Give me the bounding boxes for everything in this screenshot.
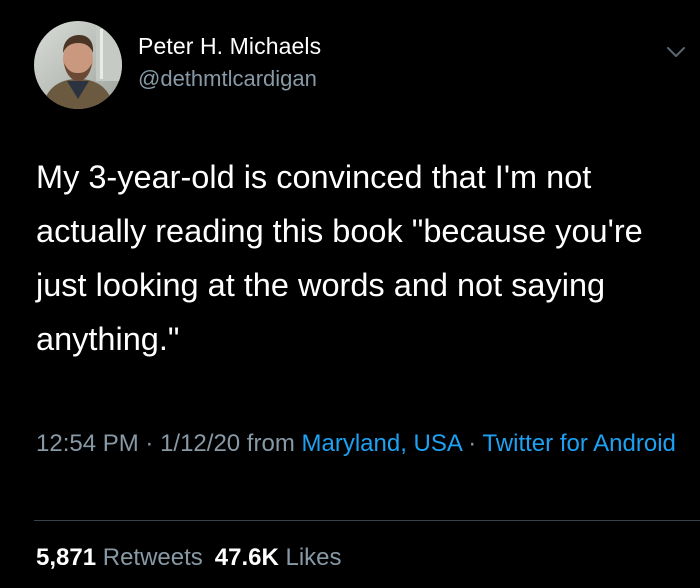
retweets-count: 5,871 [36,544,97,571]
tweet-time[interactable]: 12:54 PM [36,430,139,457]
tweet-meta: 12:54 PM · 1/12/20 from Maryland, USA · … [36,426,676,462]
tweet-date[interactable]: 1/12/20 [160,430,240,457]
likes-label: Likes [285,544,342,571]
engagement-stats: 5,871 Retweets 47.6K Likes [36,541,342,575]
divider [34,520,700,521]
likes-stat[interactable]: 47.6K Likes [215,544,342,571]
tweet-text: My 3-year-old is convinced that I'm not … [36,159,643,357]
meta-separator: · [461,430,483,457]
chevron-down-icon[interactable] [664,40,688,64]
avatar[interactable] [34,21,122,109]
author-name[interactable]: Peter H. Michaels [138,33,321,60]
likes-count: 47.6K [214,544,279,571]
avatar-image [34,21,122,109]
retweets-stat[interactable]: 5,871 Retweets [36,544,203,571]
tweet-card: Peter H. Michaels @dethmtlcardigan My 3-… [0,0,700,588]
location-link[interactable]: Maryland, USA [301,430,461,457]
from-label: from [240,430,302,457]
meta-separator: · [138,430,161,457]
source-link[interactable]: Twitter for Android [482,430,675,457]
author-handle[interactable]: @dethmtlcardigan [138,66,317,92]
retweets-label: Retweets [102,544,203,571]
